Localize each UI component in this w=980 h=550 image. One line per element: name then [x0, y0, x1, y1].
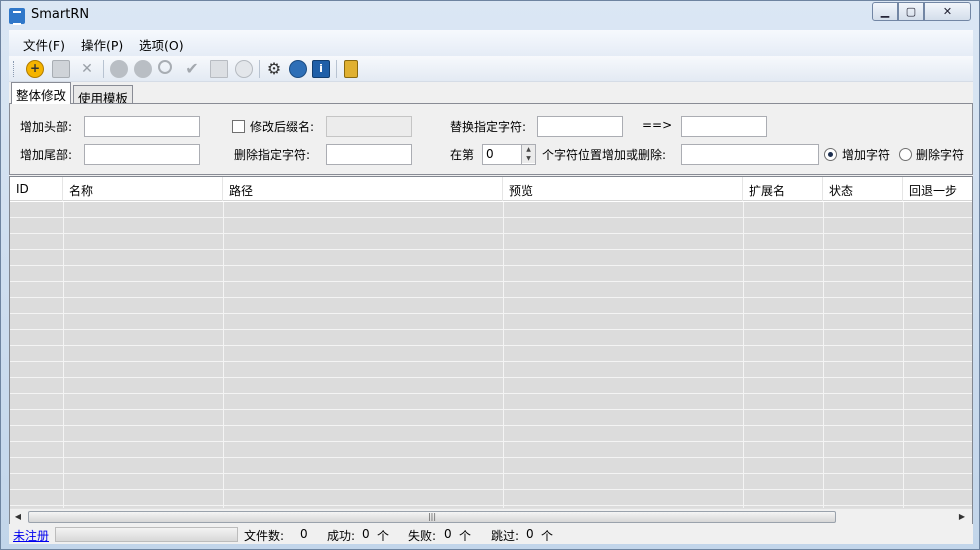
- skip-label: 跳过:: [491, 529, 520, 543]
- success-label: 成功:: [327, 529, 356, 543]
- column-divider: [823, 202, 824, 508]
- grid-header: ID 名称 路径 预览 扩展名 状态 回退一步: [10, 177, 972, 201]
- delete-icon[interactable]: ✕: [78, 60, 96, 78]
- menu-options[interactable]: 选项(O): [139, 35, 184, 54]
- column-header-preview[interactable]: 预览: [503, 177, 743, 201]
- position-spin-buttons[interactable]: ▲ ▼: [521, 145, 535, 164]
- column-header-name[interactable]: 名称: [63, 177, 223, 201]
- toolbar-grip[interactable]: [13, 61, 16, 77]
- rename-options-panel: 增加头部: 增加尾部: 修改后缀名: 删除指定字符: 替换指定字符: ==> 在…: [9, 103, 973, 175]
- position-stepper[interactable]: 0 ▲ ▼: [482, 144, 536, 165]
- column-header-extension[interactable]: 扩展名: [743, 177, 823, 201]
- check-icon[interactable]: ✔: [183, 60, 201, 78]
- replace-from-input[interactable]: [537, 116, 623, 137]
- delete-chars-input[interactable]: [326, 144, 412, 165]
- delete-chars-label: 删除指定字符:: [234, 148, 311, 162]
- spin-down-icon[interactable]: ▼: [522, 154, 535, 163]
- spin-up-icon[interactable]: ▲: [522, 145, 535, 154]
- column-divider: [743, 202, 744, 508]
- column-divider: [63, 202, 64, 508]
- maximize-button[interactable]: ▢: [898, 2, 924, 21]
- extension-input[interactable]: [326, 116, 412, 137]
- add-head-input[interactable]: [84, 116, 200, 137]
- success-count: 0: [362, 527, 370, 541]
- toolbar-separator: [259, 60, 260, 78]
- modify-ext-label: 修改后缀名:: [250, 120, 315, 134]
- forward-icon[interactable]: [134, 60, 152, 78]
- menu-file[interactable]: 文件(F): [23, 35, 65, 54]
- scroll-thumb[interactable]: |||: [28, 511, 836, 523]
- column-header-path[interactable]: 路径: [223, 177, 503, 201]
- grid-icon[interactable]: [210, 60, 228, 78]
- menu-bar: 文件(F) 操作(P) 选项(O): [9, 30, 973, 56]
- radio-delete-chars-label: 删除字符: [916, 148, 965, 162]
- back-icon[interactable]: [110, 60, 128, 78]
- scroll-left-icon[interactable]: ◀: [10, 510, 26, 524]
- fail-label: 失败:: [408, 529, 437, 543]
- register-link[interactable]: 未注册: [13, 527, 49, 544]
- radio-add-chars-label: 增加字符: [842, 148, 891, 162]
- title-bar[interactable]: SmartRN ▁ ▢ ✕: [1, 1, 979, 29]
- add-head-label: 增加头部:: [20, 120, 73, 134]
- window-title: SmartRN: [31, 7, 90, 22]
- save-icon[interactable]: [52, 60, 70, 78]
- position-prefix-label: 在第: [450, 148, 475, 162]
- app-window: SmartRN ▁ ▢ ✕ 文件(F) 操作(P) 选项(O) + ✕ ✔ ⚙ …: [0, 0, 980, 550]
- column-divider: [223, 202, 224, 508]
- lock-icon[interactable]: [344, 60, 358, 78]
- scroll-right-icon[interactable]: ▶: [954, 510, 970, 524]
- column-divider: [503, 202, 504, 508]
- close-button[interactable]: ✕: [924, 2, 971, 21]
- position-suffix-label: 个字符位置增加或删除:: [542, 148, 667, 162]
- position-value: 0: [486, 147, 494, 161]
- clock-icon[interactable]: [235, 60, 253, 78]
- home-icon[interactable]: [289, 60, 307, 78]
- fail-unit: 个: [459, 529, 472, 543]
- search-icon[interactable]: [158, 60, 172, 74]
- grid-body[interactable]: [10, 202, 972, 508]
- success-unit: 个: [377, 529, 390, 543]
- add-tail-input[interactable]: [84, 144, 200, 165]
- replace-arrow-label: ==>: [642, 118, 673, 132]
- settings-icon[interactable]: ⚙: [265, 60, 283, 78]
- menu-operation[interactable]: 操作(P): [81, 35, 123, 54]
- tab-strip: 整体修改 使用模板: [9, 82, 973, 106]
- file-count-label: 文件数:: [244, 529, 285, 543]
- toolbar-separator: [103, 60, 104, 78]
- info-icon[interactable]: i: [312, 60, 330, 78]
- column-divider: [903, 202, 904, 508]
- tab-overall-modify[interactable]: 整体修改: [11, 82, 72, 104]
- radio-delete-chars[interactable]: [899, 148, 912, 161]
- modify-ext-checkbox[interactable]: [232, 120, 245, 133]
- horizontal-scrollbar[interactable]: ◀ ||| ▶: [10, 508, 972, 524]
- replace-chars-label: 替换指定字符:: [450, 120, 527, 134]
- radio-add-chars[interactable]: [824, 148, 837, 161]
- add-tail-label: 增加尾部:: [20, 148, 73, 162]
- status-bar: 未注册 文件数: 0 成功: 0 个 失败: 0 个 跳过: 0 个: [9, 524, 973, 544]
- skip-unit: 个: [541, 529, 554, 543]
- client-area: 文件(F) 操作(P) 选项(O) + ✕ ✔ ⚙ i 整体修改 使用模板 增加…: [9, 30, 973, 544]
- column-header-id[interactable]: ID: [10, 177, 63, 201]
- progress-bar: [55, 527, 238, 542]
- fail-count: 0: [444, 527, 452, 541]
- toolbar-separator: [336, 60, 337, 78]
- column-header-undo[interactable]: 回退一步: [903, 177, 972, 201]
- tab-use-template[interactable]: 使用模板: [73, 85, 134, 106]
- minimize-button[interactable]: ▁: [872, 2, 898, 21]
- replace-to-input[interactable]: [681, 116, 767, 137]
- column-header-status[interactable]: 状态: [823, 177, 903, 201]
- file-list-grid[interactable]: ID 名称 路径 预览 扩展名 状态 回退一步 ◀ ||| ▶: [9, 176, 973, 524]
- skip-count: 0: [526, 527, 534, 541]
- position-chars-input[interactable]: [681, 144, 819, 165]
- file-count-value: 0: [300, 527, 308, 541]
- app-logo-icon: [9, 8, 25, 25]
- toolbar: + ✕ ✔ ⚙ i: [9, 56, 973, 82]
- add-icon[interactable]: +: [26, 60, 44, 78]
